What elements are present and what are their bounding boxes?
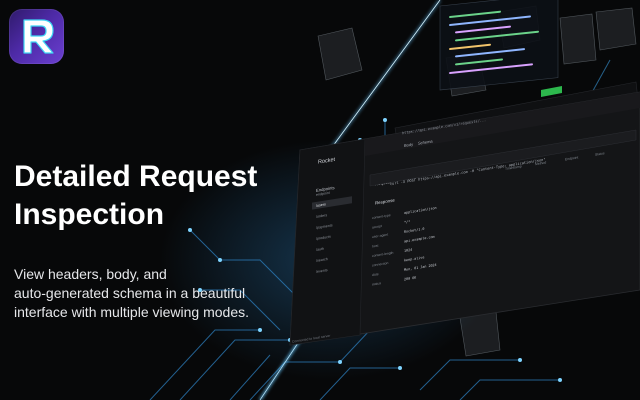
hero-title: Detailed Request Inspection: [14, 158, 314, 234]
hero-title-line2: Inspection: [14, 198, 165, 231]
hero-description-line2: auto-generated schema in a beautiful: [14, 285, 246, 301]
hero-description-line1: View headers, body, and: [14, 266, 167, 282]
code-card: [439, 0, 559, 91]
app-window: Rocket Body Schema https://api.example.c…: [289, 81, 640, 346]
app-logo: [9, 9, 64, 64]
method-badge[interactable]: [541, 86, 562, 97]
hero-description: View headers, body, and auto-generated s…: [14, 265, 284, 322]
hero-description-line3: interface with multiple viewing modes.: [14, 304, 249, 320]
hero-title-line1: Detailed Request: [14, 160, 258, 193]
r-logo-icon: [23, 19, 54, 54]
